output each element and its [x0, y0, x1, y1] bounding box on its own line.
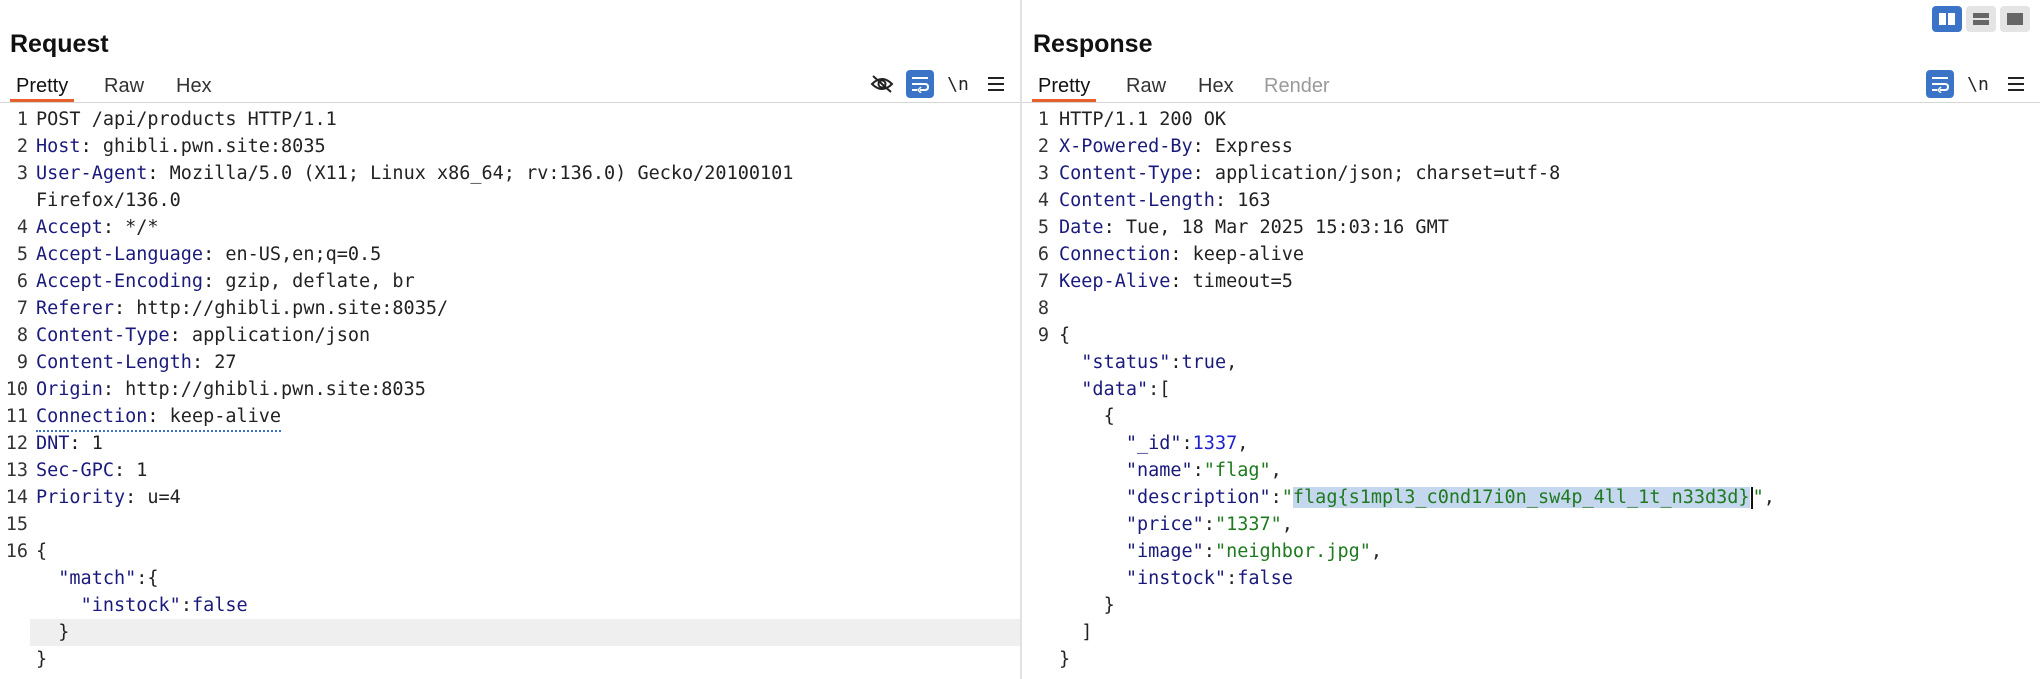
request-tab-hex[interactable]: Hex: [170, 74, 218, 102]
code-line: 13 Sec-GPC: 1: [5, 460, 148, 481]
code-line: 1 HTTP/1.1 200 OK: [1037, 109, 1227, 130]
code-line: 3 Content-Type: application/json; charset…: [1037, 163, 1561, 184]
code-line: "description":"flag{s1mpl3_c0nd17i0n_sw4…: [1125, 487, 1775, 509]
code-line: }: [1103, 595, 1115, 616]
wrap-lines-icon[interactable]: [906, 70, 934, 98]
response-tab-render[interactable]: Render: [1258, 74, 1336, 102]
code-line: {: [1103, 406, 1115, 427]
code-line: 2 Host: ghibli.pwn.site:8035: [16, 136, 326, 157]
code-line: 15: [5, 514, 28, 535]
newline-toggle[interactable]: \n: [1964, 70, 1992, 98]
request-editor[interactable]: 1 POST /api/products HTTP/1.1 2 Host: ghib…: [0, 106, 1020, 679]
hide-non-printable-icon[interactable]: [868, 70, 896, 98]
request-tabs: Pretty Raw Hex: [0, 70, 1020, 103]
newline-label: \n: [947, 73, 969, 95]
code-line: "instock":false: [1125, 568, 1293, 589]
code-line: "name":"flag",: [1125, 460, 1282, 481]
response-toolbar: \n: [1926, 70, 2030, 98]
code-line: 11 Connection: keep-alive: [0, 403, 1020, 432]
wrap-lines-icon[interactable]: [1926, 70, 1954, 98]
code-line: "image":"neighbor.jpg",: [1125, 541, 1383, 562]
code-line: 3 User-Agent: Mozilla/5.0 (X11; Linux x86…: [16, 163, 794, 184]
code-line: 2 X-Powered-By: Express: [1037, 136, 1293, 157]
code-line: 16{: [5, 541, 48, 562]
code-line: 9 Content-Length: 27: [16, 352, 237, 373]
code-line: 5 Accept-Language: en-US,en;q=0.5: [16, 244, 382, 265]
code-line: 1 POST /api/products HTTP/1.1: [16, 109, 337, 130]
code-line: 10 Origin: http://ghibli.pwn.site:8035: [5, 379, 426, 400]
newline-label: \n: [1967, 73, 1989, 95]
response-tab-pretty[interactable]: Pretty: [1032, 74, 1097, 102]
code-line: }: [1059, 649, 1071, 670]
request-toolbar: \n: [868, 70, 1010, 98]
response-tabs: Pretty Raw Hex Render: [1022, 70, 2040, 103]
code-line: "match":{: [58, 568, 159, 589]
code-line: "price":"1337",: [1125, 514, 1293, 535]
menu-icon[interactable]: [982, 70, 1010, 98]
request-tab-raw[interactable]: Raw: [98, 74, 150, 102]
response-title: Response: [1033, 30, 1153, 58]
response-tab-hex[interactable]: Hex: [1192, 74, 1240, 102]
newline-toggle[interactable]: \n: [944, 70, 972, 98]
code-line: 6 Connection: keep-alive: [1037, 244, 1305, 265]
code-line: 8 Content-Type: application/json: [16, 325, 371, 346]
request-tab-pretty[interactable]: Pretty: [10, 74, 75, 102]
response-tab-raw[interactable]: Raw: [1120, 74, 1172, 102]
code-line: "status":true,: [1081, 352, 1238, 373]
code-line: 7 Referer: http://ghibli.pwn.site:8035/: [16, 298, 449, 319]
code-line: 9{: [1037, 325, 1071, 346]
code-line: 6 Accept-Encoding: gzip, deflate, br: [16, 271, 415, 292]
code-line: "data":[: [1081, 379, 1171, 400]
flag-selection[interactable]: flag{s1mpl3_c0nd17i0n_sw4p_4ll_1t_n33d3d…: [1292, 487, 1750, 508]
code-line: "instock":false: [80, 595, 248, 616]
menu-icon[interactable]: [2002, 70, 2030, 98]
code-line-wrap: Firefox/136.0: [36, 190, 181, 211]
code-line: }: [36, 649, 48, 670]
code-line: 7 Keep-Alive: timeout=5: [1037, 271, 1293, 292]
code-line: 12 DNT: 1: [5, 433, 103, 454]
code-line-highlighted: }: [30, 619, 1020, 646]
code-line: ]: [1081, 622, 1093, 643]
code-line: 14 Priority: u=4: [5, 487, 181, 508]
code-line: 5 Date: Tue, 18 Mar 2025 15:03:16 GMT: [1037, 217, 1449, 238]
response-editor[interactable]: 1 HTTP/1.1 200 OK 2 X-Powered-By: Express …: [1022, 106, 2040, 679]
code-line: 4 Accept: */*: [16, 217, 159, 238]
code-line: 4 Content-Length: 163: [1037, 190, 1271, 211]
request-pane: Request Pretty Raw Hex \n 1 POST /api/pro…: [0, 0, 1020, 679]
code-line: "_id":1337,: [1125, 433, 1249, 454]
response-pane: Response Pretty Raw Hex Render \n 1 HTTP/…: [1022, 0, 2040, 679]
request-title: Request: [10, 30, 109, 58]
code-line: 8: [1037, 298, 1049, 319]
